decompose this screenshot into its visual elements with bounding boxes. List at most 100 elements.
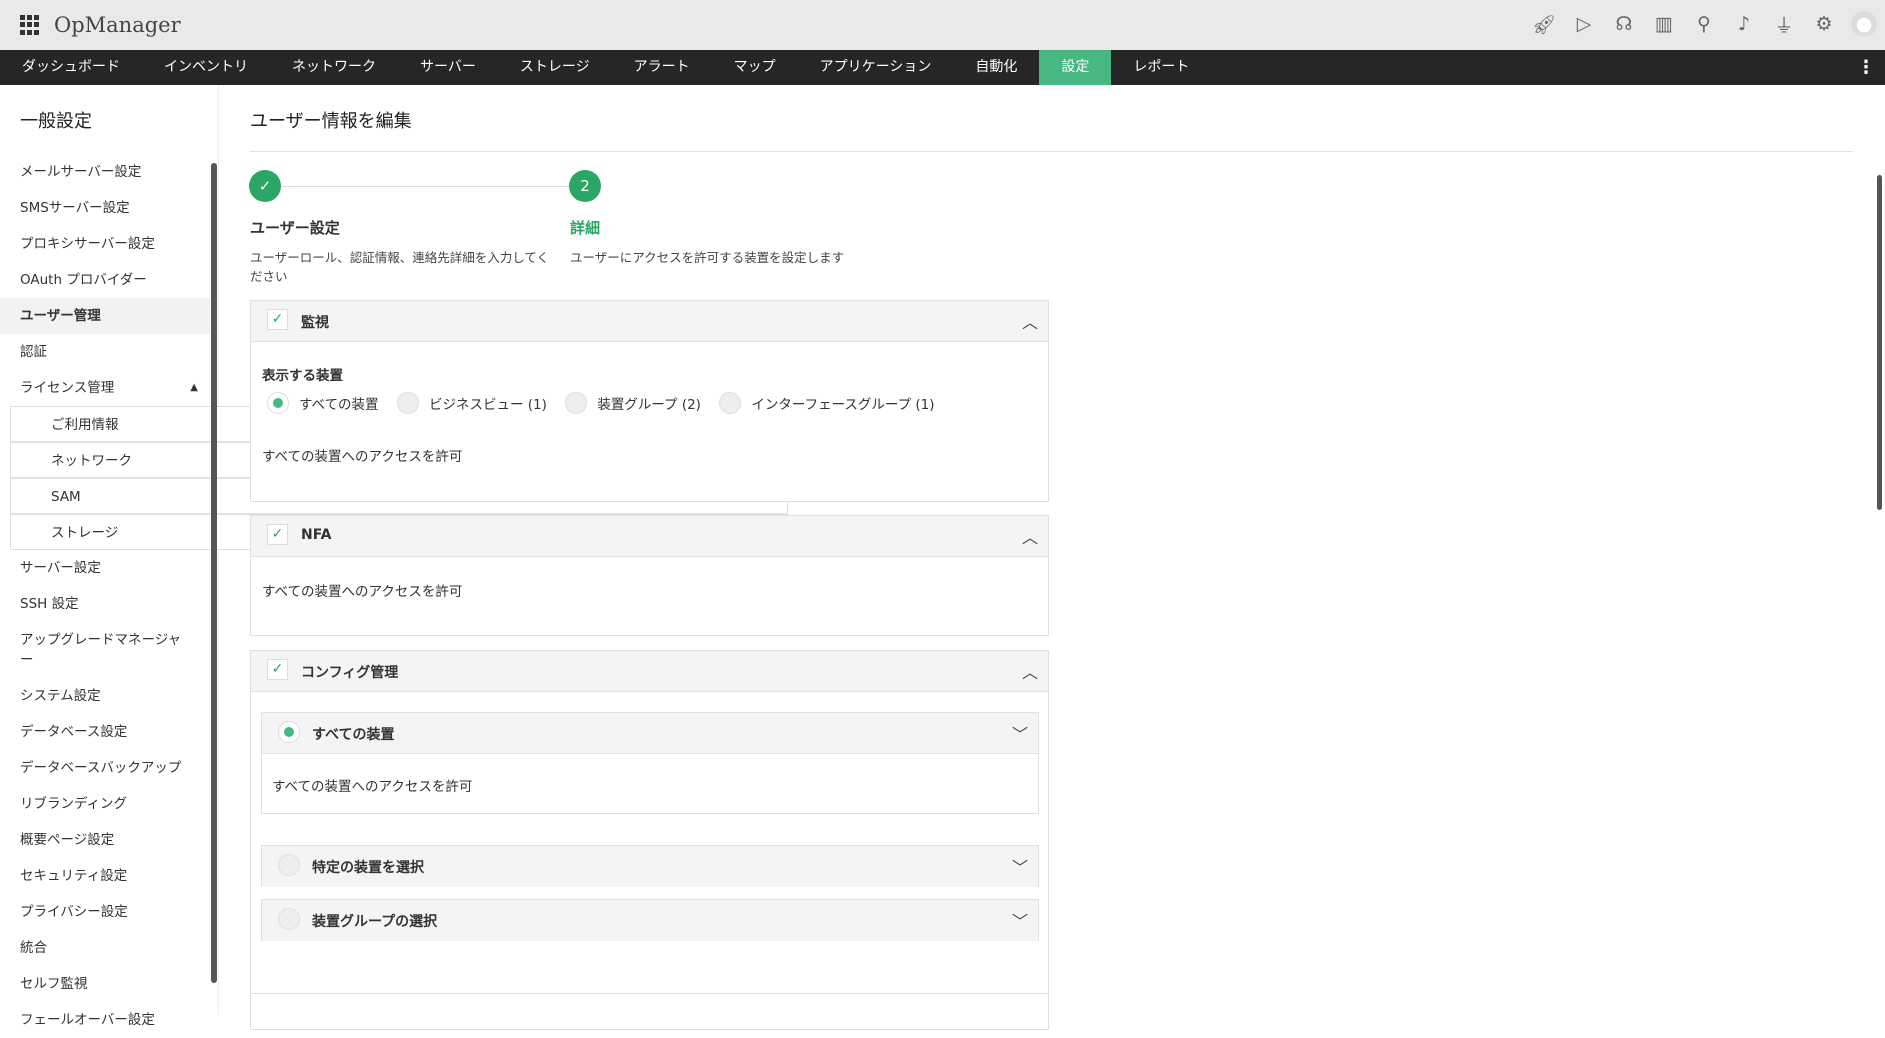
sidebar-item[interactable]: セキュリティ設定 [0, 858, 210, 894]
chevron-down-icon[interactable]: ﹀ [1012, 721, 1028, 745]
nfa-title: NFA [301, 527, 332, 543]
chevron-up-icon[interactable]: ︿ [1022, 309, 1038, 333]
step-1-desc: ユーザーロール、認証情報、連絡先詳細を入力してください [250, 250, 550, 284]
presentation-icon[interactable]: ▷ [1571, 10, 1597, 38]
sidebar-item-label: ライセンス管理 [20, 380, 115, 396]
sidebar-item-label: フェールオーバー設定 [20, 1012, 155, 1028]
sidebar-item-label: ご利用情報 [51, 417, 119, 433]
config-all-note: すべての装置へのアクセスを許可 [272, 779, 473, 795]
avatar-icon[interactable]: ● [1851, 11, 1877, 37]
radio-all-devices[interactable]: すべての装置 [267, 392, 379, 414]
sidebar-item[interactable]: メールサーバー設定 [0, 154, 210, 190]
nav-storage[interactable]: ストレージ [498, 50, 612, 85]
sidebar-item-label: セルフ監視 [20, 976, 88, 992]
chevron-down-icon[interactable]: ﹀ [1012, 908, 1028, 932]
config-specific-header[interactable]: 特定の装置を選択 ﹀ [262, 846, 1038, 887]
radio-config-specific[interactable] [278, 854, 300, 876]
config-groups-title: 装置グループの選択 [312, 914, 438, 930]
config-groups-header[interactable]: 装置グループの選択 ﹀ [262, 900, 1038, 941]
caret-up-icon[interactable]: ▲ [190, 370, 198, 406]
sidebar-item-label: リブランディング [20, 796, 128, 812]
radio-business-view[interactable]: ビジネスビュー (1) [396, 392, 547, 414]
sidebar-item-label: アップグレードマネージャー [20, 632, 182, 668]
divider [250, 151, 1853, 152]
radio-interface-group[interactable]: インターフェースグループ (1) [719, 392, 935, 414]
nav-map[interactable]: マップ [712, 50, 798, 85]
more-menu-icon[interactable]: ⋮ [1857, 57, 1875, 78]
sidebar-item[interactable]: サーバー設定 [0, 550, 210, 586]
sidebar-item[interactable]: プライバシー設定 [0, 894, 210, 930]
nfa-checkbox[interactable]: ✓ [267, 524, 288, 545]
sidebar-item[interactable]: プロキシサーバー設定 [0, 226, 210, 262]
divider [251, 993, 1048, 994]
config-all-devices-header[interactable]: すべての装置 ﹀ [262, 713, 1038, 754]
apps-grid-icon[interactable] [20, 15, 40, 35]
nav-automation[interactable]: 自動化 [953, 50, 1039, 85]
sidebar-item-label: メールサーバー設定 [20, 164, 142, 180]
gear-icon[interactable]: ⚙ [1811, 10, 1837, 38]
sidebar-scrollbar[interactable] [211, 163, 217, 983]
nav-inventory[interactable]: インベントリ [142, 50, 270, 85]
radio-device-group[interactable]: 装置グループ (2) [565, 392, 701, 414]
monitor-checkbox[interactable]: ✓ [267, 309, 288, 330]
radio-config-groups[interactable] [278, 908, 300, 930]
config-panel: ✓ コンフィグ管理 ︿ すべての装置 ﹀ すべての装置へのアクセスを許可 特定の… [250, 650, 1049, 1030]
main-nav: ダッシュボード インベントリ ネットワーク サーバー ストレージ アラート マッ… [0, 50, 1885, 85]
sidebar-item[interactable]: アップグレードマネージャー [0, 622, 210, 678]
nav-dashboard[interactable]: ダッシュボード [0, 50, 142, 85]
nav-alarm[interactable]: アラート [612, 50, 712, 85]
config-checkbox[interactable]: ✓ [267, 659, 288, 680]
nav-settings[interactable]: 設定 [1039, 50, 1112, 85]
bell-icon[interactable]: ♪ [1731, 10, 1757, 38]
monitor-title: 監視 [301, 315, 329, 331]
nav-reports[interactable]: レポート [1111, 50, 1211, 85]
sidebar-item[interactable]: リブランディング [0, 786, 210, 822]
sidebar-item[interactable]: システム設定 [0, 678, 210, 714]
config-panel-header[interactable]: ✓ コンフィグ管理 ︿ [251, 651, 1048, 692]
sidebar-item-label: 統合 [20, 940, 47, 956]
sidebar-item[interactable]: ライセンス管理 ▲ [0, 370, 210, 406]
nav-network[interactable]: ネットワーク [270, 50, 398, 85]
sidebar-item[interactable]: 概要ページ設定 [0, 822, 210, 858]
step-2-desc: ユーザーにアクセスを許可する装置を設定します [570, 250, 845, 265]
nfa-note: すべての装置へのアクセスを許可 [262, 584, 463, 600]
chevron-down-icon[interactable]: ﹀ [1012, 854, 1028, 878]
monitor-panel: ✓ 監視 ︿ 表示する装置 すべての装置 ビジネスビュー (1) 装置グループ … [250, 300, 1049, 502]
sidebar-title: 一般設定 [20, 111, 92, 132]
rocket-icon[interactable]: 🚀︎ [1531, 10, 1557, 38]
config-device-groups: 装置グループの選択 ﹀ [261, 899, 1039, 941]
step-1-label: ユーザー設定 [250, 219, 340, 237]
page-scrollbar[interactable] [1877, 175, 1882, 510]
sidebar-item[interactable]: セルフ監視 [0, 966, 210, 1002]
sidebar-item-label: データベースバックアップ [20, 760, 182, 776]
monitor-panel-header[interactable]: ✓ 監視 ︿ [251, 301, 1048, 342]
radio-config-all[interactable] [278, 721, 300, 743]
sidebar-item-label: サーバー設定 [20, 560, 101, 576]
sidebar-item[interactable]: 統合 [0, 930, 210, 966]
config-all-devices: すべての装置 ﹀ すべての装置へのアクセスを許可 [261, 712, 1039, 814]
chevron-up-icon[interactable]: ︿ [1022, 524, 1038, 548]
nfa-panel-header[interactable]: ✓ NFA ︿ [251, 516, 1048, 557]
sidebar-item-label: セキュリティ設定 [20, 868, 128, 884]
sidebar-item-label: 概要ページ設定 [20, 832, 115, 848]
gift-icon[interactable]: ▥ [1651, 10, 1677, 38]
sidebar-item-label: プライバシー設定 [20, 904, 128, 920]
sidebar-item-label: 認証 [20, 344, 47, 360]
app-logo: OpManager [54, 13, 181, 37]
nav-server[interactable]: サーバー [398, 50, 498, 85]
sidebar-item[interactable]: ユーザー管理 [0, 298, 210, 334]
sidebar-item[interactable]: SSH 設定 [0, 586, 210, 622]
headset-icon[interactable]: ☊ [1611, 10, 1637, 38]
search-icon[interactable]: ⚲ [1691, 10, 1717, 38]
nav-application[interactable]: アプリケーション [798, 50, 954, 85]
sidebar-item-label: SMSサーバー設定 [20, 200, 130, 216]
sidebar-item[interactable]: OAuth プロバイダー [0, 262, 210, 298]
plug-icon[interactable]: ⏚ [1771, 10, 1797, 38]
sidebar-item[interactable]: データベース設定 [0, 714, 210, 750]
sidebar-item[interactable]: 認証 [0, 334, 210, 370]
sidebar-item[interactable]: データベースバックアップ [0, 750, 210, 786]
chevron-up-icon[interactable]: ︿ [1022, 659, 1038, 683]
config-title: コンフィグ管理 [301, 665, 399, 681]
sidebar-item[interactable]: フェールオーバー設定 [0, 1002, 210, 1038]
sidebar-item[interactable]: SMSサーバー設定 [0, 190, 210, 226]
